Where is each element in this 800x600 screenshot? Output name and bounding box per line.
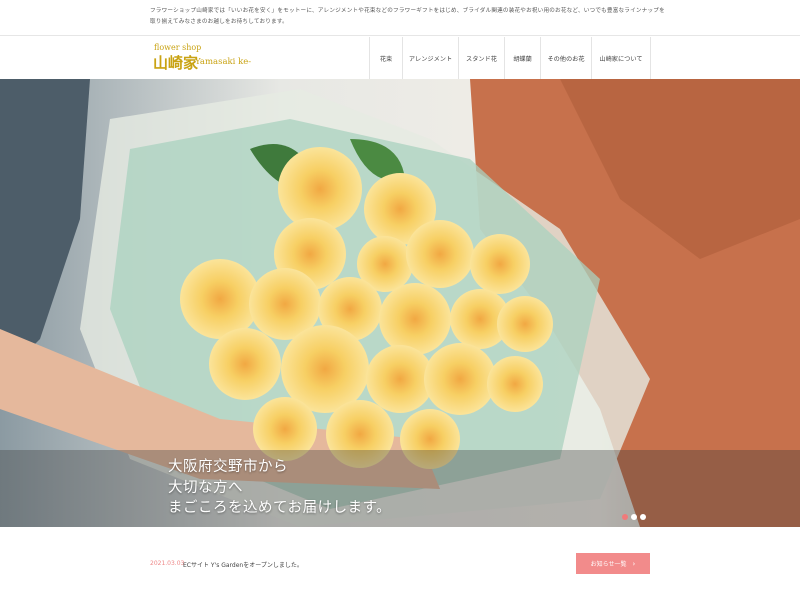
caption-line-3: まごころを込めてお届けします。 xyxy=(168,500,392,516)
caption-line-2: 大切な方へ xyxy=(168,479,243,496)
news-headline-link[interactable]: ECサイト Y's Gardenをオープンしました。 xyxy=(183,560,303,569)
nav-label: アレンジメント xyxy=(408,55,453,63)
caption-line-1: 大阪府交野市から xyxy=(168,459,288,475)
nav-item-about[interactable]: 山崎家について xyxy=(592,37,651,79)
slider-dot-1[interactable] xyxy=(622,514,628,520)
site-header: flower shop 山崎家 -Yamasaki ke- 花束 アレンジメント… xyxy=(0,37,800,79)
slider-dot-2[interactable] xyxy=(631,514,637,520)
hero-caption: 大阪府交野市から 大切な方へ まごころを込めてお届けします。 xyxy=(168,457,391,519)
intro-text: フラワーショップ山崎家では「いいお花を安く」をモットーに、アレンジメントや花束な… xyxy=(150,8,665,25)
caption-band xyxy=(0,450,800,527)
nav-item-orchid[interactable]: 胡蝶蘭 xyxy=(505,37,541,79)
news-date: 2021.03.03 xyxy=(150,560,185,567)
nav-item-arrangement[interactable]: アレンジメント xyxy=(403,37,459,79)
nav-label: スタンド花 xyxy=(466,55,497,63)
nav-label: 花束 xyxy=(379,55,393,63)
nav-label: その他のお花 xyxy=(547,55,585,63)
main-nav: 花束 アレンジメント スタンド花 胡蝶蘭 その他のお花 山崎家について xyxy=(369,37,651,79)
nav-label: 山崎家について xyxy=(599,55,643,63)
nav-item-bouquet[interactable]: 花束 xyxy=(370,37,403,79)
logo-roman: -Yamasaki ke- xyxy=(193,57,252,67)
slider-dot-3[interactable] xyxy=(640,514,646,520)
slider-pagination xyxy=(622,514,646,520)
chevron-right-icon: › xyxy=(632,559,636,568)
hero-slider: 大阪府交野市から 大切な方へ まごころを込めてお届けします。 xyxy=(0,79,800,527)
news-bar: 2021.03.03 ECサイト Y's Gardenをオープンしました。 お知… xyxy=(0,527,800,600)
site-logo[interactable]: flower shop 山崎家 -Yamasaki ke- xyxy=(153,43,263,73)
logo-tagline: flower shop xyxy=(154,43,202,52)
nav-item-stand-flowers[interactable]: スタンド花 xyxy=(459,37,505,79)
logo-kanji: 山崎家 xyxy=(153,54,199,72)
top-intro-bar: フラワーショップ山崎家では「いいお花を安く」をモットーに、アレンジメントや花束な… xyxy=(0,0,800,36)
nav-item-other-flowers[interactable]: その他のお花 xyxy=(541,37,592,79)
news-button-label: お知らせ一覧 xyxy=(590,561,627,568)
nav-label: 胡蝶蘭 xyxy=(513,55,532,63)
news-list-button[interactable]: お知らせ一覧 › xyxy=(576,553,650,574)
